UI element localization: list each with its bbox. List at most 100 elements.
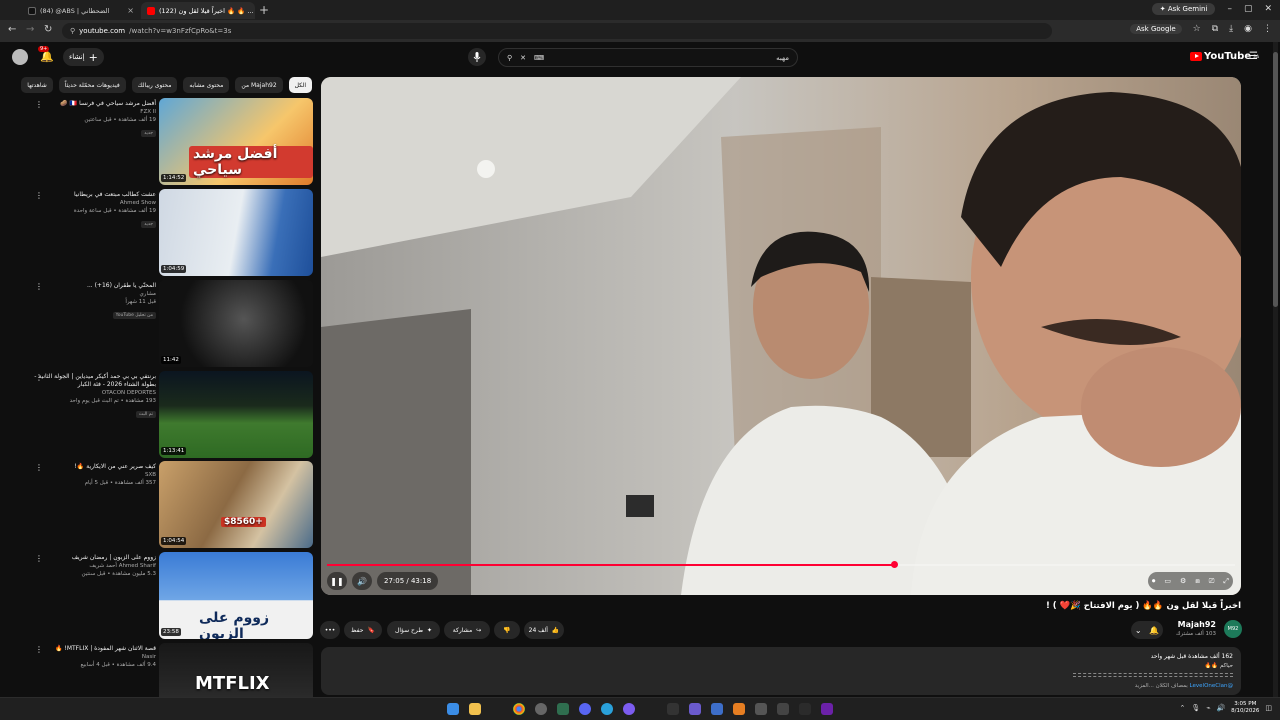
chip-watched[interactable]: شاهدتها xyxy=(21,77,53,93)
reload-icon[interactable]: ↻ xyxy=(44,24,52,35)
channel-avatar[interactable]: M92 xyxy=(1224,620,1242,638)
browser-menu-icon[interactable]: ⋮ xyxy=(1263,24,1272,34)
channel-name[interactable]: Ahmed Show xyxy=(30,199,156,207)
network-icon[interactable]: ⌁ xyxy=(1206,704,1210,712)
more-actions-icon[interactable]: ⋮ xyxy=(35,100,43,109)
video-thumbnail[interactable]: MTFLIX xyxy=(159,643,313,697)
cast-icon[interactable]: ⎚ xyxy=(1209,577,1215,586)
keyboard-icon[interactable]: ⌨ xyxy=(534,54,544,62)
maximize-icon[interactable]: ▢ xyxy=(1244,4,1253,14)
subscribed-button[interactable]: ⌄ 🔔 xyxy=(1131,621,1163,639)
ask-google-button[interactable]: Ask Google xyxy=(1130,24,1182,34)
telegram-icon[interactable] xyxy=(601,703,613,715)
voice-search-button[interactable] xyxy=(468,48,486,66)
video-thumbnail[interactable]: زووم على الزبون 23:58 xyxy=(159,552,313,639)
close-window-icon[interactable]: ✕ xyxy=(1264,4,1272,14)
app-icon[interactable] xyxy=(689,703,701,715)
description-links[interactable]: @LevelOneClan بمصاف الكلان ...المزيد xyxy=(1135,683,1233,689)
progress-bar[interactable] xyxy=(327,561,1235,568)
more-actions-icon[interactable]: ⋮ xyxy=(35,191,43,200)
app-icon[interactable] xyxy=(777,703,789,715)
list-item[interactable]: $8560+ 1:04:54 كيف صرير عني من الايكارية… xyxy=(30,461,313,549)
bookmark-star-icon[interactable]: ☆ xyxy=(1193,24,1201,34)
list-item[interactable]: 11:42 المحنّي يا طقران (16+) ... مشاري ق… xyxy=(30,280,313,368)
chip-from-channel[interactable]: من Majah92 xyxy=(235,77,283,93)
back-icon[interactable]: ← xyxy=(8,24,16,35)
app-icon[interactable] xyxy=(755,703,767,715)
app-icon[interactable] xyxy=(799,703,811,715)
extensions-icon[interactable]: ⧉ xyxy=(1212,24,1218,34)
more-actions-icon[interactable]: ⋮ xyxy=(35,554,43,563)
video-player[interactable]: ❚❚ 🔊 27:05 / 43:18 ⏺ ▭ ⚙ ⧈ ⎚ ⤢ xyxy=(321,77,1241,595)
search-icon[interactable]: ⚲ xyxy=(507,54,512,62)
browser-tab[interactable]: (84) @ABS | الضحطاني × xyxy=(22,2,140,19)
minimize-icon[interactable]: – xyxy=(1227,4,1232,14)
tray-expand-icon[interactable]: ⌃ xyxy=(1179,704,1185,712)
app-icon[interactable] xyxy=(821,703,833,715)
video-title[interactable]: برنتفي بي بي حمد أكيكر ميدياين | الجولة … xyxy=(30,373,156,389)
volume-button[interactable]: 🔊 xyxy=(352,572,372,590)
new-tab-button[interactable]: + xyxy=(259,3,269,17)
like-button[interactable]: 24 ألف 👍 xyxy=(524,621,564,639)
search-box[interactable]: ⚲ ✕ ⌨ مهبه xyxy=(498,48,798,67)
terminal-icon[interactable] xyxy=(557,703,569,715)
downloads-icon[interactable]: ⤓ xyxy=(1229,24,1233,34)
list-item[interactable]: MTFLIX قصة الاثنان شهر المفودة | MTFLIX!… xyxy=(30,643,313,697)
settings-gear-icon[interactable]: ⚙ xyxy=(1180,577,1186,585)
subtitles-icon[interactable]: ▭ xyxy=(1164,577,1171,585)
video-title[interactable]: كيف صرير عني من الايكارية 🔥! xyxy=(30,463,156,471)
app-icon[interactable] xyxy=(667,703,679,715)
channel-mention-link[interactable]: @LevelOneClan xyxy=(1190,683,1233,689)
page-scrollbar[interactable] xyxy=(1273,42,1278,700)
notification-center-icon[interactable]: ◫ xyxy=(1265,704,1272,712)
video-title[interactable]: قصة الاثنان شهر المفودة | MTFLIX! 🔥 xyxy=(30,645,156,653)
search-input[interactable]: مهبه xyxy=(776,54,789,62)
video-thumbnail[interactable]: $8560+ 1:04:54 xyxy=(159,461,313,548)
video-thumbnail[interactable]: 11:42 xyxy=(159,280,313,367)
speaker-icon[interactable]: 🔊 xyxy=(1216,704,1225,712)
chip-recently-uploaded[interactable]: فيديوهات محمّلة حديثاً xyxy=(58,77,126,93)
chrome-icon[interactable] xyxy=(513,703,525,715)
share-button[interactable]: مشاركة ↪ xyxy=(444,621,490,639)
channel-name[interactable]: مشاري xyxy=(30,290,157,298)
mic-tray-icon[interactable]: 🎙 xyxy=(1191,704,1200,712)
close-tab-icon[interactable]: × xyxy=(127,6,134,15)
file-explorer-icon[interactable] xyxy=(469,703,481,715)
save-button[interactable]: حفظ 🔖 xyxy=(344,621,382,639)
guide-menu-icon[interactable]: ☰ xyxy=(1249,51,1258,62)
list-item[interactable]: أفضل مرشد سياحي 1:14:52 أفضل مرشد سياحي … xyxy=(30,98,313,186)
clock[interactable]: 3:05 PM 8/10/2026 xyxy=(1231,701,1259,715)
ask-gemini-button[interactable]: ✦ Ask Gemini xyxy=(1151,3,1216,15)
settings-app-icon[interactable] xyxy=(535,703,547,715)
forward-icon[interactable]: → xyxy=(26,24,34,35)
video-title[interactable]: عشت كطالب مبتعث في بريطانيا xyxy=(30,191,156,199)
more-actions-button[interactable]: ••• xyxy=(320,621,340,639)
channel-name[interactable]: FZX II xyxy=(30,108,156,116)
list-item[interactable]: زووم على الزبون 23:58 زووم على الزبون | … xyxy=(30,552,313,640)
scrubber-handle[interactable] xyxy=(891,561,898,568)
create-button[interactable]: إنشاء + xyxy=(63,48,104,66)
video-title[interactable]: المحنّي يا طقران (16+) ... xyxy=(30,282,156,290)
clear-search-icon[interactable]: ✕ xyxy=(520,54,526,62)
more-actions-icon[interactable]: ⋮ xyxy=(35,645,43,654)
channel-name[interactable]: Nasir xyxy=(30,653,156,661)
chip-all[interactable]: الكل xyxy=(288,77,312,93)
fullscreen-icon[interactable]: ⤢ xyxy=(1223,577,1229,586)
discord-icon[interactable] xyxy=(579,703,591,715)
list-item[interactable]: 1:04:59 عشت كطالب مبتعث في بريطانيا Ahme… xyxy=(30,189,313,277)
more-actions-icon[interactable]: ⋮ xyxy=(35,463,43,472)
site-info-icon[interactable]: ⚲ xyxy=(70,27,75,35)
ask-button[interactable]: طرح سؤال ✦ xyxy=(387,621,440,639)
address-bar[interactable]: ⚲ youtube.com/watch?v=w3nFzfCpRo&t=3s xyxy=(62,23,1052,39)
channel-name[interactable]: SXB xyxy=(30,471,156,479)
channel-name[interactable]: Ahmed Sharif أحمد شريف xyxy=(30,562,156,570)
autoplay-toggle-icon[interactable]: ⏺ xyxy=(1152,577,1156,586)
app-icon[interactable] xyxy=(623,703,635,715)
chip-for-you[interactable]: محتوى ريبالك xyxy=(131,77,178,93)
windows-start-icon[interactable] xyxy=(447,703,459,715)
profile-icon[interactable]: ◉ xyxy=(1244,24,1252,34)
app-icon[interactable] xyxy=(733,703,745,715)
chip-related[interactable]: محتوى مشابه xyxy=(183,77,230,93)
more-actions-icon[interactable]: ⋮ xyxy=(35,282,43,291)
channel-name[interactable]: OTACON DEPORTES xyxy=(30,389,156,397)
